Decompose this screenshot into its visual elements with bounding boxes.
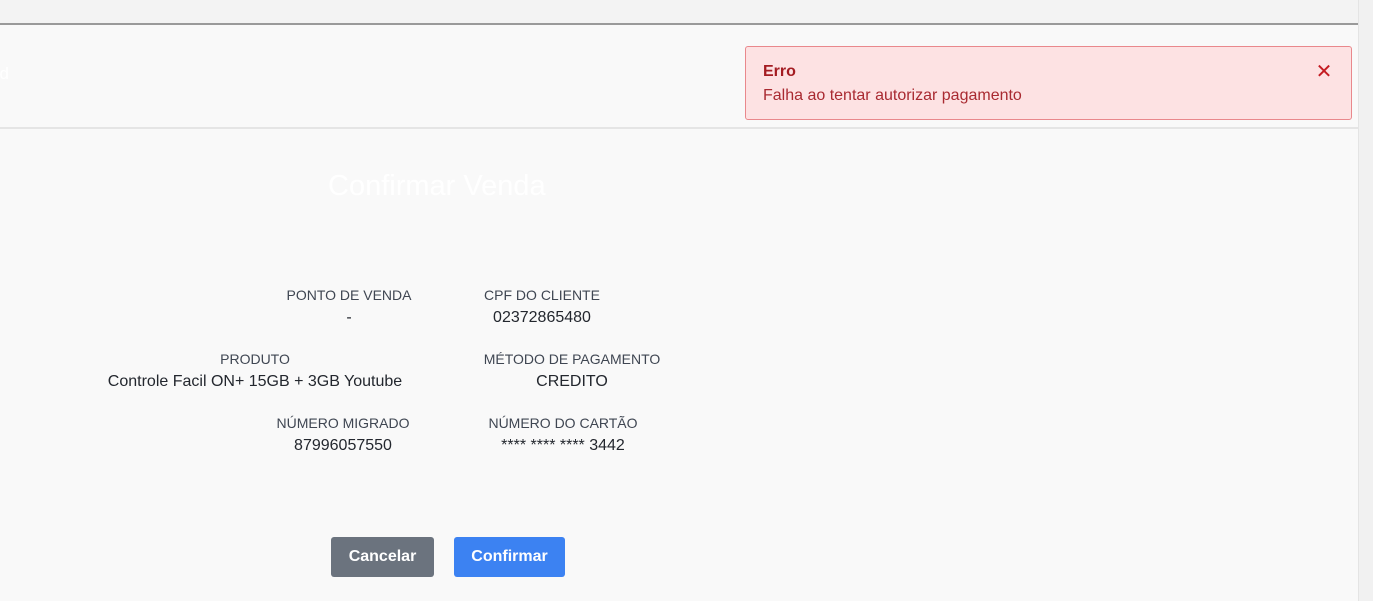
metodo-de-pagamento-value: CREDITO (536, 373, 608, 390)
metodo-de-pagamento-label: MÉTODO DE PAGAMENTO (483, 351, 661, 367)
numero-migrado-label: NÚMERO MIGRADO (276, 415, 410, 431)
page-title: Confirmar Venda (328, 170, 546, 202)
toast-message: Falha ao tentar autorizar pagamento (763, 87, 1022, 104)
close-icon[interactable]: ✕ (1314, 61, 1334, 83)
vertical-scrollbar[interactable] (1358, 0, 1373, 601)
header-divider (0, 127, 1358, 129)
top-strip (0, 0, 1373, 24)
cpf-do-cliente-value: 02372865480 (493, 309, 591, 326)
cancel-button[interactable]: Cancelar (331, 537, 434, 577)
numero-do-cartao-label: NÚMERO DO CARTÃO (488, 415, 638, 431)
confirm-button[interactable]: Confirmar (454, 537, 565, 577)
header-partial-text: ad (0, 64, 9, 83)
numero-do-cartao-value: **** **** **** 3442 (501, 437, 625, 454)
cpf-do-cliente-label: CPF DO CLIENTE (484, 287, 600, 303)
toast-title: Erro (763, 63, 796, 80)
error-toast: Erro Falha ao tentar autorizar pagamento… (745, 46, 1352, 120)
numero-migrado-value: 87996057550 (294, 437, 392, 454)
produto-value: Controle Facil ON+ 15GB + 3GB Youtube (107, 373, 403, 390)
produto-label: PRODUTO (220, 351, 290, 367)
ponto-de-venda-label: PONTO DE VENDA (286, 287, 412, 303)
ponto-de-venda-value: - (346, 309, 352, 326)
